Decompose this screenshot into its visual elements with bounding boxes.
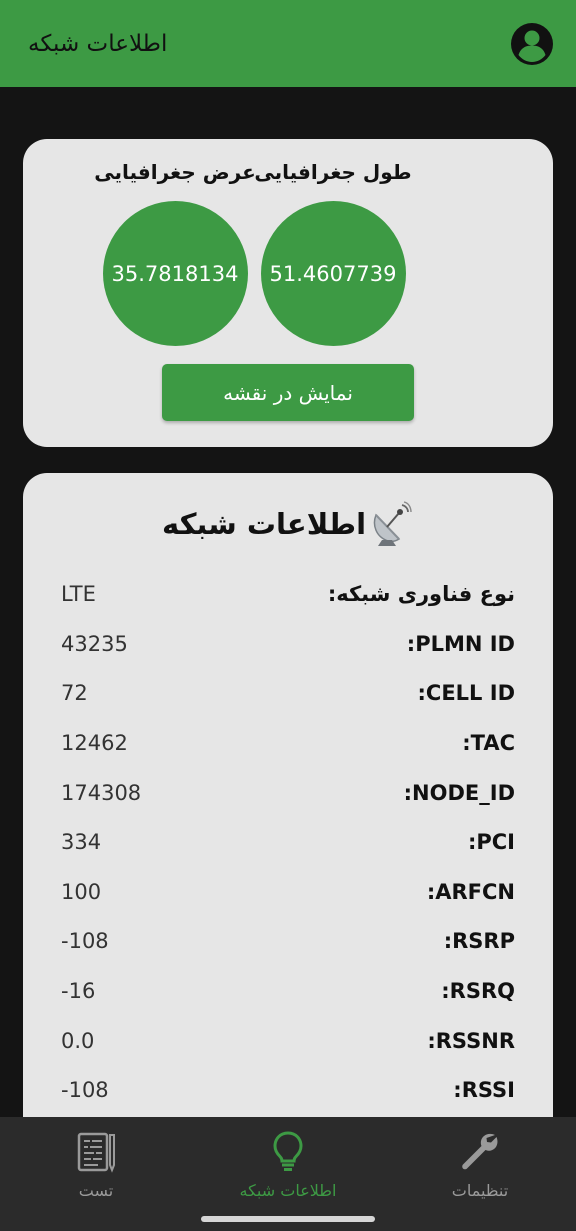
info-row: NODE_ID: 174308 [23,773,553,813]
network-type-key: نوع فناوری شبکه: [327,582,515,606]
rsrp-key: RSRP: [443,929,515,953]
home-indicator[interactable] [201,1216,375,1222]
wrench-icon [462,1133,498,1170]
info-row: PLMN ID: 43235 [23,624,553,664]
arfcn-key: ARFCN: [426,880,515,904]
network-type-value: LTE [61,582,96,606]
nav-label-settings: تنظیمات [451,1181,509,1200]
node-id-value: 174308 [61,781,142,805]
longitude-value: 51.4607739 [260,201,406,346]
info-row: RSRQ: -16 [23,971,553,1011]
rsrp-value: -108 [61,929,109,953]
info-row: TAC: 12462 [23,723,553,763]
nav-label-test: تست [78,1181,114,1200]
info-row: ARFCN: 100 [23,872,553,912]
location-card: طول جغرافیایی 51.4607739 عرض جغرافیایی 3… [23,139,553,447]
nav-item-network-info[interactable]: اطلاعات شبکه [192,1117,384,1207]
info-row: RSSI: -108 [23,1070,553,1110]
pci-key: PCI: [467,830,515,854]
tac-value: 12462 [61,731,128,755]
show-on-map-button[interactable]: نمایش در نقشه [162,364,414,421]
rsrq-value: -16 [61,979,96,1003]
info-row: نوع فناوری شبکه: LTE [23,574,553,614]
info-row: CELL ID: 72 [23,673,553,713]
rssi-key: RSSI: [453,1078,515,1102]
cell-id-key: CELL ID: [417,681,515,705]
latitude-column: عرض جغرافیایی 35.7818134 [80,157,270,346]
rssnr-key: RSSNR: [427,1029,515,1053]
info-row: RSRP: -108 [23,921,553,961]
nav-item-test[interactable]: تست [0,1117,192,1207]
latitude-label: عرض جغرافیایی [94,160,256,184]
network-info-header: اطلاعات شبکه [23,501,553,547]
info-row: PCI: 334 [23,822,553,862]
network-info-card: اطلاعات شبکه نوع فناوری شبکه: LTE PLMN I… [23,473,553,1173]
bottom-navigation: تنظیمات اطلاعات شبکه تست [0,1117,576,1231]
tac-key: TAC: [462,731,515,755]
app-title: اطلاعات شبکه [28,30,168,57]
node-id-key: NODE_ID: [403,781,515,805]
pci-value: 334 [61,830,102,854]
longitude-label: طول جغرافیایی [254,160,412,184]
lightbulb-icon [273,1131,303,1171]
rssnr-value: 0.0 [61,1029,95,1053]
plmn-id-key: PLMN ID: [406,632,515,656]
nav-item-settings[interactable]: تنظیمات [384,1117,576,1207]
plmn-id-value: 43235 [61,632,128,656]
network-info-title: اطلاعات شبکه [161,507,367,541]
rssi-value: -108 [61,1078,109,1102]
satellite-dish-icon [373,501,412,546]
rsrq-key: RSRQ: [441,979,515,1003]
cell-id-value: 72 [61,681,88,705]
nav-label-network-info: اطلاعات شبکه [239,1181,337,1200]
latitude-value: 35.7818134 [102,201,248,346]
info-row: RSSNR: 0.0 [23,1021,553,1061]
arfcn-value: 100 [61,880,102,904]
document-edit-icon [77,1132,115,1173]
app-bar: اطلاعات شبکه [0,0,576,87]
account-circle-icon[interactable] [510,22,554,66]
